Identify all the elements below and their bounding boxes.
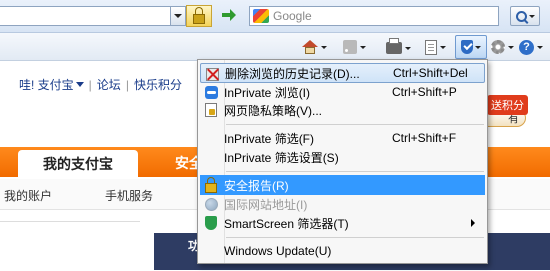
international-address-icon [203, 196, 219, 212]
print-button[interactable] [386, 38, 411, 58]
inprivate-icon [203, 84, 219, 100]
tab-my-alipay-label: 我的支付宝 [43, 156, 113, 172]
address-bar: Google [0, 0, 550, 33]
menu-item-inprivate-browsing[interactable]: InPrivate 浏览(I) Ctrl+Shift+P [200, 82, 485, 102]
divider: | [125, 77, 129, 92]
help-button[interactable]: ? [519, 37, 543, 57]
search-button[interactable] [510, 6, 540, 26]
menu-item-international-address: 国际网站地址(I) [200, 194, 485, 214]
menu-item-inprivate-filtering-settings[interactable]: InPrivate 筛选设置(S) [200, 147, 485, 167]
chevron-down-icon [75, 82, 84, 87]
safety-shield-icon [461, 40, 473, 54]
subnav-mobile-service[interactable]: 手机服务 [105, 187, 153, 204]
search-placeholder: Google [273, 9, 312, 23]
feeds-button[interactable] [343, 37, 366, 57]
promo-badge[interactable]: 送积分 [487, 95, 528, 115]
top-link-wow-alipay[interactable]: 哇! 支付宝 [19, 76, 74, 93]
chevron-down-icon [321, 45, 327, 49]
menu-item-security-report[interactable]: 安全报告(R) [200, 175, 485, 195]
tab-my-alipay[interactable]: 我的支付宝 [18, 150, 138, 178]
left-panel [0, 221, 140, 271]
top-link-points[interactable]: 快乐积分 [134, 76, 182, 93]
menu-item-label: Windows Update(U) [224, 244, 332, 258]
subnav-my-account[interactable]: 我的账户 [4, 187, 52, 204]
go-button[interactable] [220, 6, 238, 24]
menu-separator [226, 171, 484, 172]
chevron-down-icon [405, 46, 411, 50]
chevron-down-icon [508, 45, 514, 49]
privacy-policy-icon [203, 102, 219, 118]
security-report-lock-icon [203, 176, 219, 193]
home-button[interactable] [302, 37, 327, 57]
menu-separator [226, 124, 484, 125]
menu-item-label: 网页隐私策略(V)... [224, 103, 322, 118]
submenu-arrow-icon [471, 219, 475, 227]
url-dropdown-button[interactable] [170, 6, 186, 26]
search-input[interactable]: Google [249, 6, 499, 26]
go-arrow-icon [222, 9, 236, 21]
top-links: 哇! 支付宝 | 论坛 | 快乐积分 [19, 76, 182, 93]
chevron-down-icon [360, 45, 366, 49]
printer-icon [386, 38, 402, 54]
security-lock-button[interactable] [186, 5, 212, 27]
help-icon: ? [519, 39, 534, 55]
chevron-down-icon [537, 45, 543, 49]
chevron-down-icon [440, 45, 446, 49]
menu-item-label: 国际网站地址(I) [224, 197, 308, 212]
gear-icon [491, 40, 505, 54]
safety-button[interactable] [455, 35, 487, 59]
menu-item-label: InPrivate 浏览(I) [224, 85, 311, 100]
safety-menu: 删除浏览的历史记录(D)... Ctrl+Shift+Del InPrivate… [197, 59, 488, 264]
menu-item-label: InPrivate 筛选(F) [224, 131, 315, 146]
menu-item-inprivate-filtering[interactable]: InPrivate 筛选(F) Ctrl+Shift+F [200, 128, 485, 148]
tools-button[interactable] [491, 37, 514, 57]
rss-icon [343, 40, 357, 54]
url-input[interactable] [0, 6, 183, 26]
menu-item-label: 安全报告(R) [224, 178, 289, 193]
menu-item-label: SmartScreen 筛选器(T) [224, 216, 349, 231]
menu-item-label: 删除浏览的历史记录(D)... [225, 66, 360, 81]
page-button[interactable] [425, 37, 446, 57]
home-icon [302, 40, 318, 54]
menu-item-shortcut: Ctrl+Shift+Del [393, 66, 468, 80]
divider: | [88, 77, 92, 92]
google-logo-icon [253, 9, 269, 23]
menu-item-label: InPrivate 筛选设置(S) [224, 150, 339, 165]
lock-icon [193, 6, 205, 24]
chevron-down-icon [475, 45, 481, 49]
menu-item-smartscreen-filter[interactable]: SmartScreen 筛选器(T) [200, 213, 485, 233]
top-link-forum[interactable]: 论坛 [97, 76, 121, 93]
delete-history-icon [204, 66, 220, 82]
page-icon [425, 39, 437, 55]
menu-item-shortcut: Ctrl+Shift+F [392, 131, 457, 145]
menu-separator [226, 237, 484, 238]
chevron-down-icon [528, 14, 535, 18]
chevron-down-icon [174, 14, 182, 18]
menu-item-privacy-policy[interactable]: 网页隐私策略(V)... [200, 100, 485, 120]
smartscreen-icon [203, 215, 219, 231]
search-icon [515, 10, 527, 22]
menu-item-windows-update[interactable]: Windows Update(U) [200, 241, 485, 261]
menu-item-delete-history[interactable]: 删除浏览的历史记录(D)... Ctrl+Shift+Del [200, 63, 485, 83]
menu-item-shortcut: Ctrl+Shift+P [392, 85, 457, 99]
